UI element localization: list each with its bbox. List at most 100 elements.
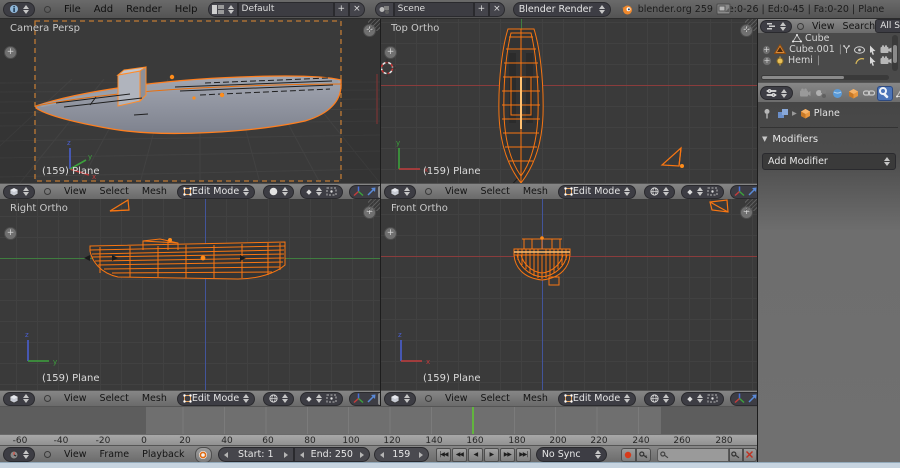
auto-keyframe-record-button[interactable] — [194, 446, 212, 463]
pivot-point-dropdown[interactable]: ◆ — [300, 391, 343, 406]
editor-type-dropdown-3dview[interactable] — [384, 184, 416, 199]
manipulate-center-points-icon[interactable] — [326, 394, 337, 403]
menu-help[interactable]: Help — [175, 4, 198, 15]
panel-collapse-triangle-icon[interactable]: ▼ — [762, 135, 767, 143]
manipulate-center-points-icon[interactable] — [326, 187, 337, 196]
pivot-point-dropdown[interactable]: ◆ — [681, 184, 724, 199]
scene-selector[interactable]: Scene + × — [374, 1, 505, 17]
area-resize-corner[interactable] — [745, 407, 757, 419]
manipulator-translate-icon[interactable] — [365, 186, 378, 198]
area-resize-corner[interactable] — [745, 199, 757, 211]
editor-type-dropdown-info[interactable] — [3, 1, 35, 17]
menu-view[interactable]: View — [445, 393, 468, 404]
mode-dropdown[interactable]: Edit Mode — [176, 184, 256, 199]
editor-type-dropdown-timeline[interactable] — [3, 447, 35, 462]
shading-dropdown[interactable] — [644, 391, 676, 406]
outliner-hscrollbar-track[interactable] — [758, 73, 900, 82]
timeline-menu-playback[interactable]: Playback — [142, 449, 184, 460]
tab-object[interactable] — [845, 86, 861, 101]
menu-select[interactable]: Select — [100, 186, 129, 197]
boat-wireframe-front[interactable]: zx — [381, 199, 757, 390]
outliner-item-hemi[interactable]: Hemi | — [758, 55, 900, 66]
key-icon-button[interactable] — [635, 447, 651, 462]
manipulator-translate-icon[interactable] — [746, 393, 757, 405]
add-modifier-dropdown[interactable]: Add Modifier — [762, 153, 896, 170]
menu-mesh[interactable]: Mesh — [523, 186, 548, 197]
add-scene-button[interactable]: + — [473, 1, 490, 17]
render-engine-dropdown[interactable]: Blender Render — [512, 1, 611, 17]
jump-to-end-button[interactable]: ▶▶| — [515, 447, 531, 462]
toolbar-expand-icon[interactable] — [384, 227, 397, 240]
menu-mesh[interactable]: Mesh — [142, 186, 167, 197]
jump-to-start-button[interactable]: |◀◀ — [435, 447, 451, 462]
current-frame-field[interactable]: 159 — [373, 447, 429, 462]
current-frame-playhead[interactable] — [472, 407, 474, 434]
manipulator-axis-icon[interactable] — [733, 393, 746, 405]
manipulator-translate-icon[interactable] — [746, 186, 757, 198]
tab-modifiers[interactable] — [877, 85, 893, 101]
area-resize-corner[interactable] — [745, 19, 757, 31]
manipulate-center-points-icon[interactable] — [707, 394, 718, 403]
outliner-vscrollbar[interactable] — [892, 35, 898, 71]
editor-type-dropdown-3dview[interactable] — [3, 391, 35, 406]
tab-world[interactable] — [829, 86, 845, 101]
manipulator-rotate-icon[interactable] — [377, 392, 380, 405]
toolbar-expand-icon[interactable] — [384, 46, 397, 59]
sail-object-wireframe[interactable] — [660, 146, 684, 168]
timeline-menu-view[interactable]: View — [64, 449, 87, 460]
outliner-scope-dropdown[interactable]: All Scenes — [875, 19, 900, 33]
outliner-menu-view[interactable]: View — [812, 21, 835, 32]
close-layout-button[interactable]: × — [349, 1, 365, 17]
viewport-camera-persp[interactable]: xyz Camera Persp (159) Plane — [0, 19, 380, 183]
menu-view[interactable]: View — [445, 186, 468, 197]
timeline-menu-frame[interactable]: Frame — [100, 449, 130, 460]
viewport-right-ortho[interactable]: zy Right Ortho (159) Plane — [0, 199, 380, 390]
renderable-camera-icon[interactable] — [880, 45, 892, 54]
menu-view[interactable]: View — [64, 186, 87, 197]
toolbar-expand-icon[interactable] — [4, 227, 17, 240]
collapse-menus-dot[interactable] — [425, 188, 432, 195]
shading-dropdown[interactable] — [263, 391, 295, 406]
menu-render[interactable]: Render — [126, 4, 162, 15]
collapse-menus-dot[interactable] — [44, 5, 51, 13]
mode-dropdown[interactable]: Edit Mode — [557, 184, 637, 199]
record-button[interactable] — [620, 447, 636, 462]
editor-type-dropdown-properties[interactable] — [760, 86, 793, 100]
frame-start-field[interactable]: Start: 1 — [217, 447, 294, 462]
collapse-menus-dot[interactable] — [44, 395, 51, 402]
manipulator-rotate-icon[interactable] — [377, 185, 380, 198]
selectable-arrow-icon[interactable] — [868, 56, 877, 66]
modifiers-panel-header[interactable]: ▼ Modifiers — [758, 128, 900, 147]
play-reverse-button[interactable]: ◀ — [467, 447, 483, 462]
editor-type-dropdown-3dview[interactable] — [3, 184, 35, 199]
tab-scene[interactable] — [813, 86, 829, 101]
outliner-item-cube001[interactable]: Cube.001 | — [758, 44, 900, 55]
manipulator-axis-icon[interactable] — [733, 186, 746, 198]
tab-object-data[interactable] — [893, 86, 900, 101]
expand-icon[interactable] — [762, 44, 772, 55]
tab-render[interactable] — [797, 86, 813, 101]
screen-layout-icon[interactable] — [207, 1, 238, 17]
collapse-menus-dot[interactable] — [44, 451, 51, 458]
menu-file[interactable]: File — [64, 4, 81, 15]
frame-end-field[interactable]: End: 250 — [293, 447, 370, 462]
scrollbar-thumb[interactable] — [762, 76, 844, 79]
outliner-menu-search[interactable]: Search — [843, 21, 876, 32]
editor-type-dropdown-outliner[interactable] — [760, 19, 792, 33]
collapse-menus-dot[interactable] — [44, 188, 51, 195]
menu-select[interactable]: Select — [100, 393, 129, 404]
expand-icon[interactable] — [762, 55, 772, 66]
shading-dropdown[interactable] — [263, 184, 295, 199]
menu-select[interactable]: Select — [481, 393, 510, 404]
keying-set-field[interactable] — [656, 447, 729, 462]
menu-add[interactable]: Add — [94, 4, 113, 15]
pivot-point-dropdown[interactable]: ◆ — [681, 391, 724, 406]
menu-mesh[interactable]: Mesh — [523, 393, 548, 404]
shading-dropdown[interactable] — [644, 184, 676, 199]
timeline-band[interactable] — [0, 406, 757, 435]
area-resize-corner[interactable] — [368, 199, 380, 211]
pivot-point-dropdown[interactable]: ◆ — [300, 184, 343, 199]
menu-select[interactable]: Select — [481, 186, 510, 197]
add-layout-button[interactable]: + — [333, 1, 350, 17]
close-scene-button[interactable]: × — [489, 1, 505, 17]
